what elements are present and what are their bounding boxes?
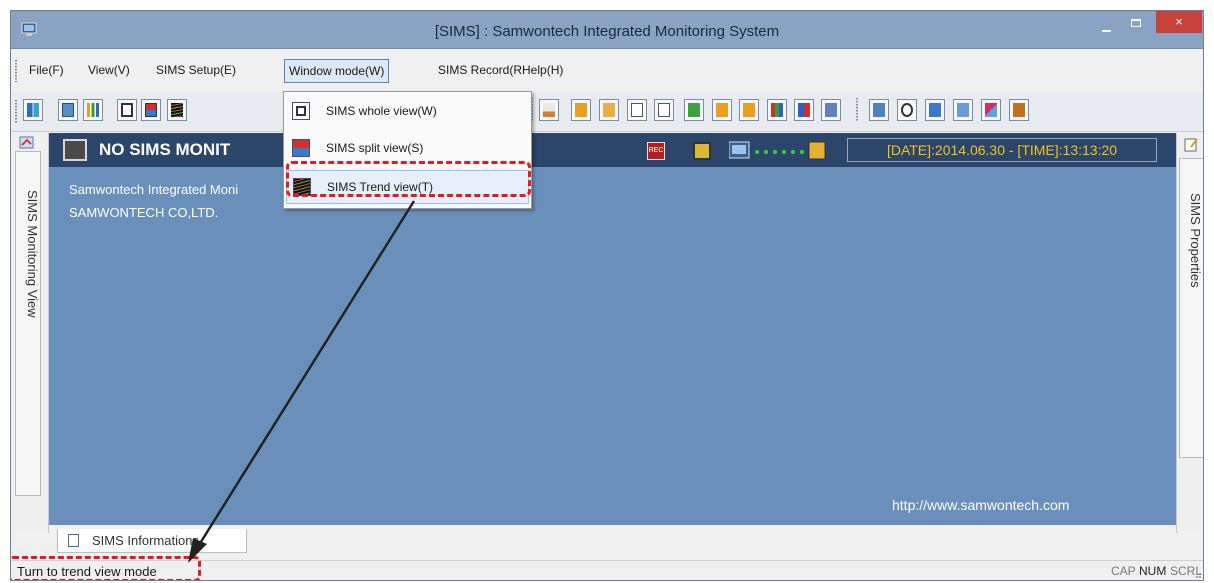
tab-sims-monitoring-view[interactable]: SIMS Monitoring View	[15, 151, 41, 496]
view-all-icon	[825, 103, 837, 117]
msr-icon	[543, 103, 555, 117]
counter-icon	[1013, 103, 1025, 117]
toolbar-trend-view-button[interactable]	[167, 99, 187, 121]
tab-sims-properties[interactable]: SIMS Properties	[1179, 158, 1203, 458]
chip-icon[interactable]	[693, 142, 711, 160]
datetime-display: [DATE]:2014.06.30 - [TIME]:13:13:20	[847, 138, 1157, 162]
whole-view-icon	[292, 102, 310, 120]
bar-chart-icon	[87, 103, 99, 117]
num-lock-indicator: NUM	[1139, 564, 1167, 578]
toolbar-copy-button[interactable]	[654, 99, 674, 121]
toolbar-grip[interactable]	[15, 100, 17, 124]
caps-lock-indicator: CAP	[1111, 564, 1136, 578]
toolbar-monitor-button[interactable]	[58, 99, 78, 121]
trend-view-icon	[171, 103, 183, 117]
app-window: [SIMS] : Samwontech Integrated Monitorin…	[10, 10, 1204, 581]
toolbar-split-view-button[interactable]	[141, 99, 161, 121]
tab-sims-informations[interactable]: SIMS Informations	[57, 529, 247, 553]
minimize-icon	[1102, 30, 1111, 32]
toolbar-link-button[interactable]	[684, 99, 704, 121]
split-view-icon	[145, 103, 157, 117]
monitor-icon	[62, 103, 74, 117]
expand-icon	[603, 103, 615, 117]
toolbar-view-all-button[interactable]	[821, 99, 841, 121]
minimize-button[interactable]	[1093, 17, 1119, 37]
monitoring-view: NO SIMS MONIT REC [DATE]:2014.06.30 - [T…	[49, 133, 1176, 525]
list-icon	[798, 103, 810, 117]
split-view-icon	[292, 139, 310, 157]
info-document-icon	[68, 534, 79, 547]
right-dock-panel: SIMS Properties	[1176, 133, 1203, 533]
record-icon[interactable]: REC	[647, 142, 665, 160]
highlight-status-message	[11, 556, 201, 580]
menu-view[interactable]: View(V)	[84, 59, 134, 83]
menu-item-label: SIMS whole view(W)	[326, 104, 437, 118]
toolbar-gauge-button[interactable]	[897, 99, 917, 121]
highlight-trend-view-item	[286, 161, 531, 197]
monitoring-view-header: NO SIMS MONIT REC [DATE]:2014.06.30 - [T…	[49, 133, 1176, 167]
monitoring-view-title: NO SIMS MONIT	[99, 140, 231, 159]
toolbar-network-button[interactable]	[925, 99, 945, 121]
toolbar-chart-button[interactable]	[83, 99, 103, 121]
toolbar	[11, 92, 1203, 132]
window-title: [SIMS] : Samwontech Integrated Monitorin…	[434, 23, 780, 40]
pen-icon	[985, 103, 997, 117]
toolbar-counter-button[interactable]	[1009, 99, 1029, 121]
properties-icon[interactable]	[1183, 137, 1199, 153]
network-icon	[929, 103, 941, 117]
menu-sims-record-help[interactable]: SIMS Record(RHelp(H)	[434, 59, 567, 83]
toolbar-separator	[856, 98, 859, 122]
menu-sims-setup[interactable]: SIMS Setup(E)	[152, 59, 240, 83]
resize-grip-icon[interactable]	[1192, 569, 1202, 579]
toolbar-bars-button[interactable]	[767, 99, 787, 121]
menu-bar: File(F) View(V) SIMS Setup(E) Window mod…	[11, 50, 1203, 92]
layout-icon	[27, 103, 39, 117]
gauge-icon	[901, 103, 913, 117]
toolbar-layout-button[interactable]	[23, 99, 43, 121]
toolbar-clock-button[interactable]	[739, 99, 759, 121]
menubar-grip[interactable]	[15, 60, 17, 82]
toolbar-doc-button[interactable]	[627, 99, 647, 121]
bars-icon	[771, 103, 783, 117]
pin-icon[interactable]	[19, 136, 35, 150]
system-name-text: Samwontech Integrated Moni	[69, 182, 239, 197]
maximize-button[interactable]	[1123, 17, 1149, 37]
toolbar-hourglass-button[interactable]	[953, 99, 973, 121]
toolbar-whole-view-button[interactable]	[117, 99, 137, 121]
timer-icon	[716, 103, 728, 117]
maximize-icon	[1131, 19, 1141, 27]
title-bar: [SIMS] : Samwontech Integrated Monitorin…	[11, 11, 1203, 49]
tab-label: SIMS Informations	[92, 533, 199, 548]
menu-window-mode[interactable]: Window mode(W)	[284, 59, 390, 83]
left-tab-label: SIMS Monitoring View	[25, 190, 40, 318]
toolbar-list-button[interactable]	[794, 99, 814, 121]
hourglass-icon	[957, 103, 969, 117]
menu-item-whole-view[interactable]: SIMS whole view(W)	[286, 95, 529, 129]
toolbar-timer-button[interactable]	[712, 99, 732, 121]
clock-icon	[743, 103, 755, 117]
document-icon	[631, 103, 643, 117]
left-dock-panel: SIMS Monitoring View	[11, 133, 49, 533]
toolbar-expand-button[interactable]	[599, 99, 619, 121]
toolbar-wave-button[interactable]	[571, 99, 591, 121]
bottom-tab-strip: SIMS Informations	[49, 525, 1176, 553]
menu-file[interactable]: File(F)	[25, 59, 68, 83]
website-link[interactable]: http://www.samwontech.com	[892, 497, 1069, 513]
toolbar-settings-button[interactable]	[869, 99, 889, 121]
wave-icon	[575, 103, 587, 117]
right-tab-label: SIMS Properties	[1188, 193, 1203, 288]
company-name-text: SAMWONTECH CO,LTD.	[69, 205, 219, 220]
communication-status-icon	[729, 141, 826, 160]
monitor-icon	[63, 139, 87, 161]
settings-icon	[873, 103, 885, 117]
close-button[interactable]: ×	[1156, 11, 1202, 33]
link-icon	[688, 103, 700, 117]
whole-view-icon	[121, 103, 133, 117]
copy-icon	[658, 103, 670, 117]
menu-item-label: SIMS split view(S)	[326, 141, 424, 155]
toolbar-pen-button[interactable]	[981, 99, 1001, 121]
toolbar-msr-button[interactable]	[539, 99, 559, 121]
